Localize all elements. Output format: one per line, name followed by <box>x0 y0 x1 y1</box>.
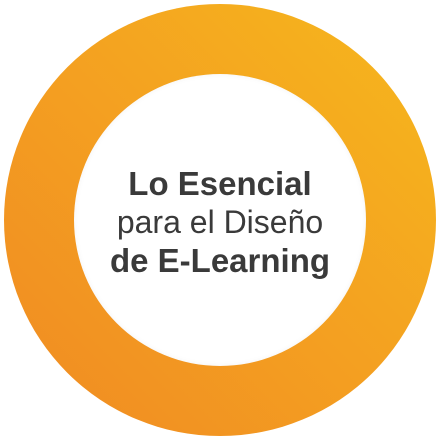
title-line-3: de E-Learning <box>109 241 331 279</box>
title-line-1: Lo Esencial <box>128 165 312 203</box>
badge-title: Lo Esencial para el Diseño de E-Learning <box>74 74 366 366</box>
title-line-2: para el Diseño <box>116 204 324 241</box>
badge-canvas: Lo Esencial para el Diseño de E-Learning <box>0 0 440 440</box>
